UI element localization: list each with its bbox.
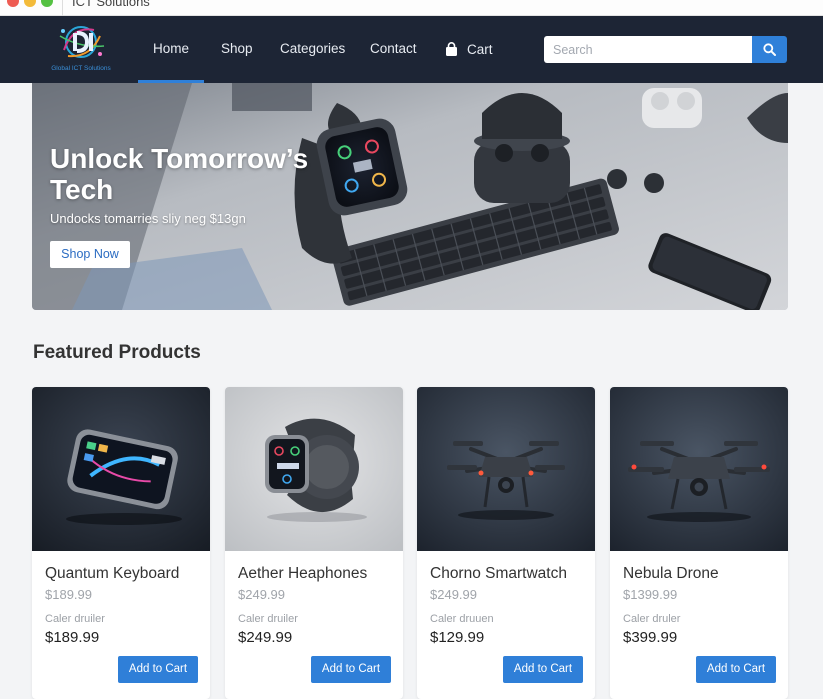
product-price: $189.99 [45, 629, 100, 646]
product-price: $249.99 [238, 629, 293, 646]
window-title: ICT Solutions [72, 0, 150, 9]
logo-text: Global ICT Solutions [51, 65, 111, 72]
product-image [417, 387, 595, 551]
product-meta: Caler druuen [430, 613, 494, 625]
add-to-cart-button[interactable]: Add to Cart [503, 656, 583, 683]
product-name[interactable]: Chorno Smartwatch [430, 565, 567, 583]
product-original-price: $189.99 [45, 587, 92, 602]
nav-cart-link[interactable]: Cart [444, 16, 493, 83]
close-window-button[interactable] [7, 0, 19, 7]
product-meta: Caler druiler [45, 613, 105, 625]
window-titlebar: ICT Solutions [0, 0, 823, 16]
product-card[interactable]: Aether Heaphones $249.99 Caler druiler $… [225, 387, 403, 699]
product-image [225, 387, 403, 551]
titlebar-divider [62, 0, 63, 16]
site-logo[interactable]: Global ICT Solutions [44, 22, 118, 76]
product-name[interactable]: Aether Heaphones [238, 565, 367, 583]
logo-icon [59, 26, 105, 58]
hero-title: Unlock Tomorrow’s Tech [50, 143, 309, 205]
nav-shop-link[interactable]: Shop [221, 16, 253, 83]
product-meta: Caler druiler [238, 613, 298, 625]
search-button[interactable] [752, 36, 787, 63]
product-meta: Caler druler [623, 613, 681, 625]
product-card[interactable]: Chorno Smartwatch $249.99 Caler druuen $… [417, 387, 595, 699]
search-input[interactable] [544, 36, 752, 63]
search-bar [544, 36, 787, 63]
shopping-bag-icon [446, 42, 457, 56]
product-name[interactable]: Nebula Drone [623, 565, 719, 583]
product-original-price: $249.99 [238, 587, 285, 602]
product-original-price: $249.99 [430, 587, 477, 602]
product-name[interactable]: Quantum Keyboard [45, 565, 179, 583]
product-original-price: $1399.99 [623, 587, 678, 602]
nav-contact-link[interactable]: Contact [370, 16, 417, 83]
hero-banner: Unlock Tomorrow’s Tech Undocks tomarries… [32, 83, 788, 310]
minimize-window-button[interactable] [24, 0, 36, 7]
maximize-window-button[interactable] [41, 0, 53, 7]
main-navbar: Global ICT Solutions Home Shop Categorie… [0, 16, 823, 83]
product-image [610, 387, 788, 551]
add-to-cart-button[interactable]: Add to Cart [311, 656, 391, 683]
nav-cart-label: Cart [467, 41, 493, 57]
nav-home-link[interactable]: Home [138, 16, 204, 83]
search-icon [763, 43, 776, 56]
add-to-cart-button[interactable]: Add to Cart [696, 656, 776, 683]
add-to-cart-button[interactable]: Add to Cart [118, 656, 198, 683]
product-card[interactable]: Quantum Keyboard $189.99 Caler druiler $… [32, 387, 210, 699]
product-price: $129.99 [430, 629, 485, 646]
featured-products-title: Featured Products [33, 342, 201, 363]
nav-categories-link[interactable]: Categories [280, 16, 345, 83]
shop-now-button[interactable]: Shop Now [50, 241, 130, 268]
product-card[interactable]: Nebula Drone $1399.99 Caler druler $399.… [610, 387, 788, 699]
hero-subtitle: Undocks tomarries sliy neg $13gn [50, 211, 246, 226]
product-price: $399.99 [623, 629, 678, 646]
product-image [32, 387, 210, 551]
